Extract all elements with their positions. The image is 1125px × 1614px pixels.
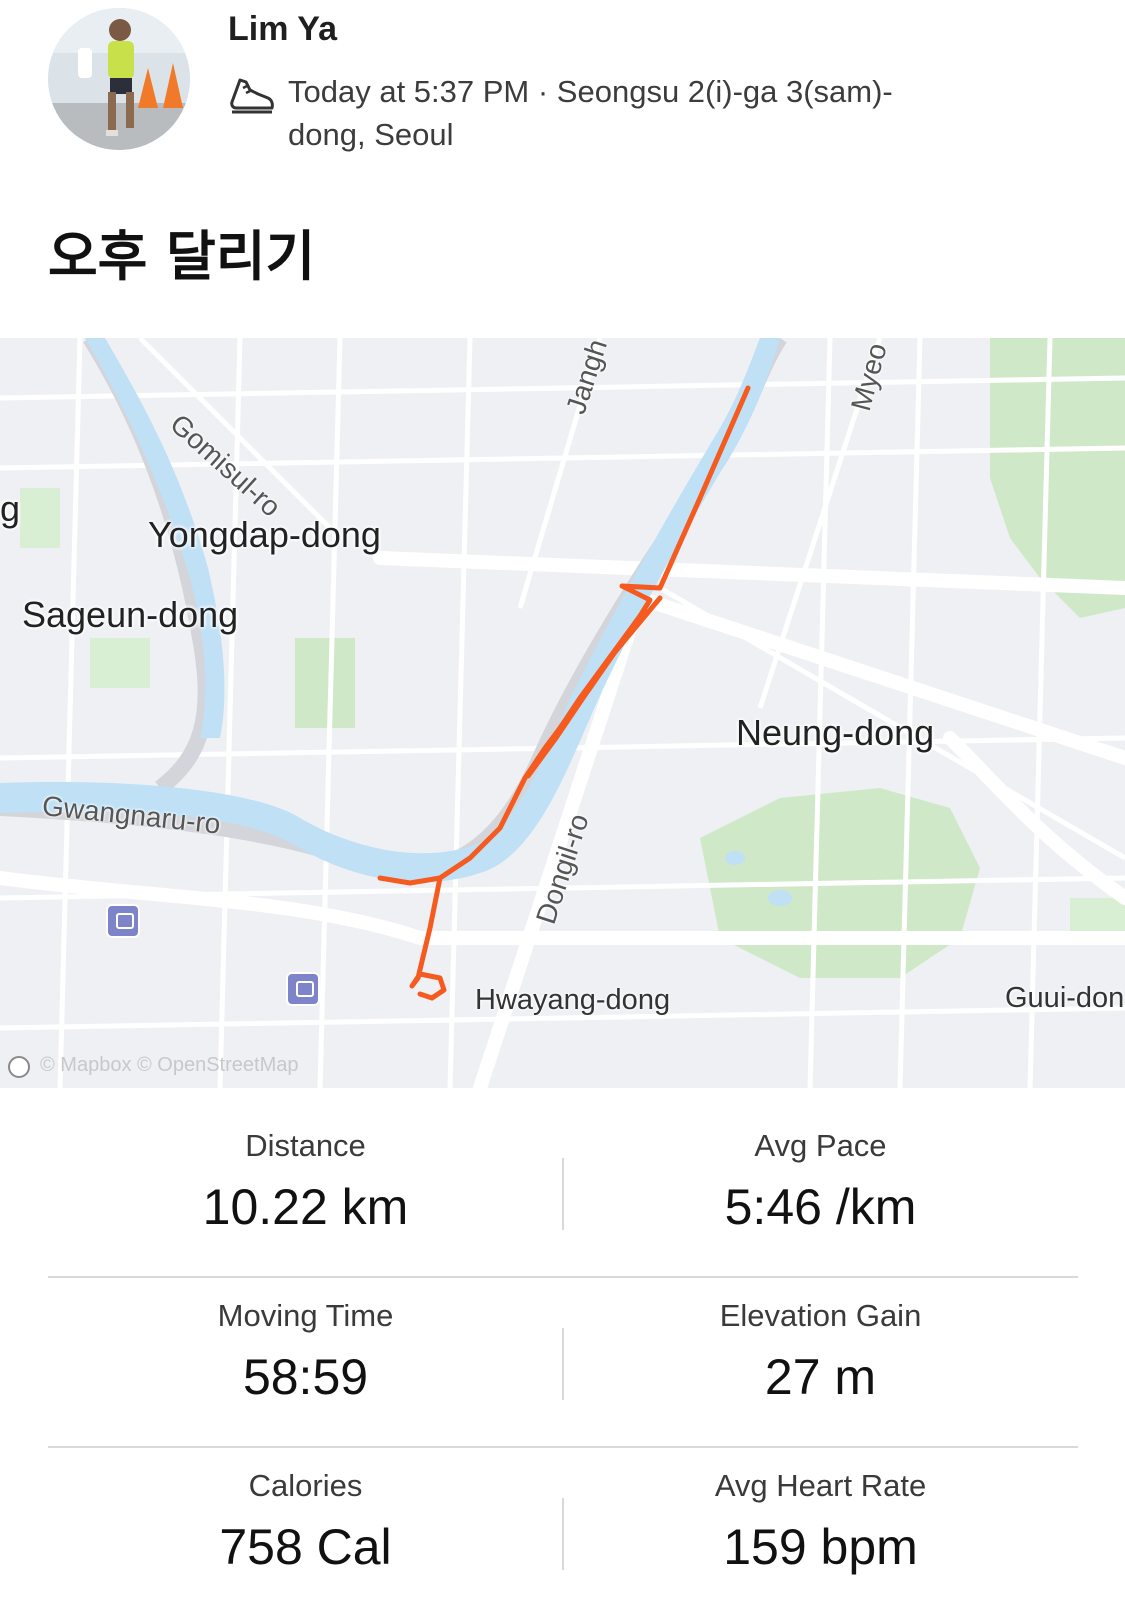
map-label-neung-dong: Neung-dong bbox=[736, 712, 935, 753]
mapbox-logo-icon[interactable] bbox=[8, 1056, 30, 1078]
stat-value: 5:46 /km bbox=[724, 1179, 917, 1235]
stat-value: 58:59 bbox=[242, 1349, 369, 1405]
stat-value: 27 m bbox=[764, 1349, 877, 1405]
activity-meta: Today at 5:37 PM · Seongsu 2(i)-ga 3(sam… bbox=[228, 70, 948, 160]
stat-value: 10.22 km bbox=[202, 1179, 409, 1235]
activity-stats: Distance 10.22 km Avg Pace 5:46 /km Movi… bbox=[48, 1108, 1078, 1614]
park-area bbox=[295, 638, 355, 728]
map-label-sageun-dong: Sageun-dong bbox=[22, 594, 239, 635]
activity-title[interactable]: 오후 달리기 bbox=[48, 212, 315, 291]
stat-label: Avg Heart Rate bbox=[714, 1468, 927, 1503]
subway-station-icon[interactable] bbox=[286, 972, 320, 1006]
stat-distance: Distance 10.22 km bbox=[48, 1108, 563, 1278]
stat-calories: Calories 758 Cal bbox=[48, 1448, 563, 1614]
map-attribution[interactable]: © Mapbox © OpenStreetMap bbox=[40, 1054, 299, 1077]
stat-value: 758 Cal bbox=[219, 1519, 392, 1575]
stat-label: Calories bbox=[248, 1468, 363, 1503]
stat-row: Calories 758 Cal Avg Heart Rate 159 bpm bbox=[48, 1448, 1078, 1614]
subway-station-icon[interactable] bbox=[106, 904, 140, 938]
stat-moving-time: Moving Time 58:59 bbox=[48, 1278, 563, 1448]
running-shoe-icon bbox=[230, 78, 274, 114]
map-canvas bbox=[0, 338, 1125, 1088]
stat-avg-pace: Avg Pace 5:46 /km bbox=[563, 1108, 1078, 1278]
stat-label: Elevation Gain bbox=[719, 1298, 922, 1333]
stat-label: Distance bbox=[245, 1128, 366, 1163]
stat-avg-heart-rate: Avg Heart Rate 159 bpm bbox=[563, 1448, 1078, 1614]
map-label-partial: g bbox=[0, 488, 21, 529]
stat-row: Distance 10.22 km Avg Pace 5:46 /km bbox=[48, 1108, 1078, 1278]
stat-row: Moving Time 58:59 Elevation Gain 27 m bbox=[48, 1278, 1078, 1448]
route-map[interactable]: g Yongdap-dong Sageun-dong Neung-dong Hw… bbox=[0, 338, 1125, 1088]
stat-label: Moving Time bbox=[217, 1298, 394, 1333]
stat-label: Avg Pace bbox=[754, 1128, 887, 1163]
athlete-avatar[interactable] bbox=[48, 8, 190, 150]
activity-date-location: Today at 5:37 PM · Seongsu 2(i)-ga 3(sam… bbox=[288, 74, 893, 152]
map-label-hwayang-dong: Hwayang-dong bbox=[475, 984, 671, 1016]
athlete-name[interactable]: Lim Ya bbox=[228, 10, 337, 49]
map-label-guui-dong: Guui-don bbox=[1005, 982, 1125, 1014]
stat-elevation-gain: Elevation Gain 27 m bbox=[563, 1278, 1078, 1448]
activity-header: Lim Ya Today at 5:37 PM · Seongsu 2(i)-g… bbox=[0, 0, 1125, 200]
stat-value: 159 bpm bbox=[723, 1519, 918, 1575]
